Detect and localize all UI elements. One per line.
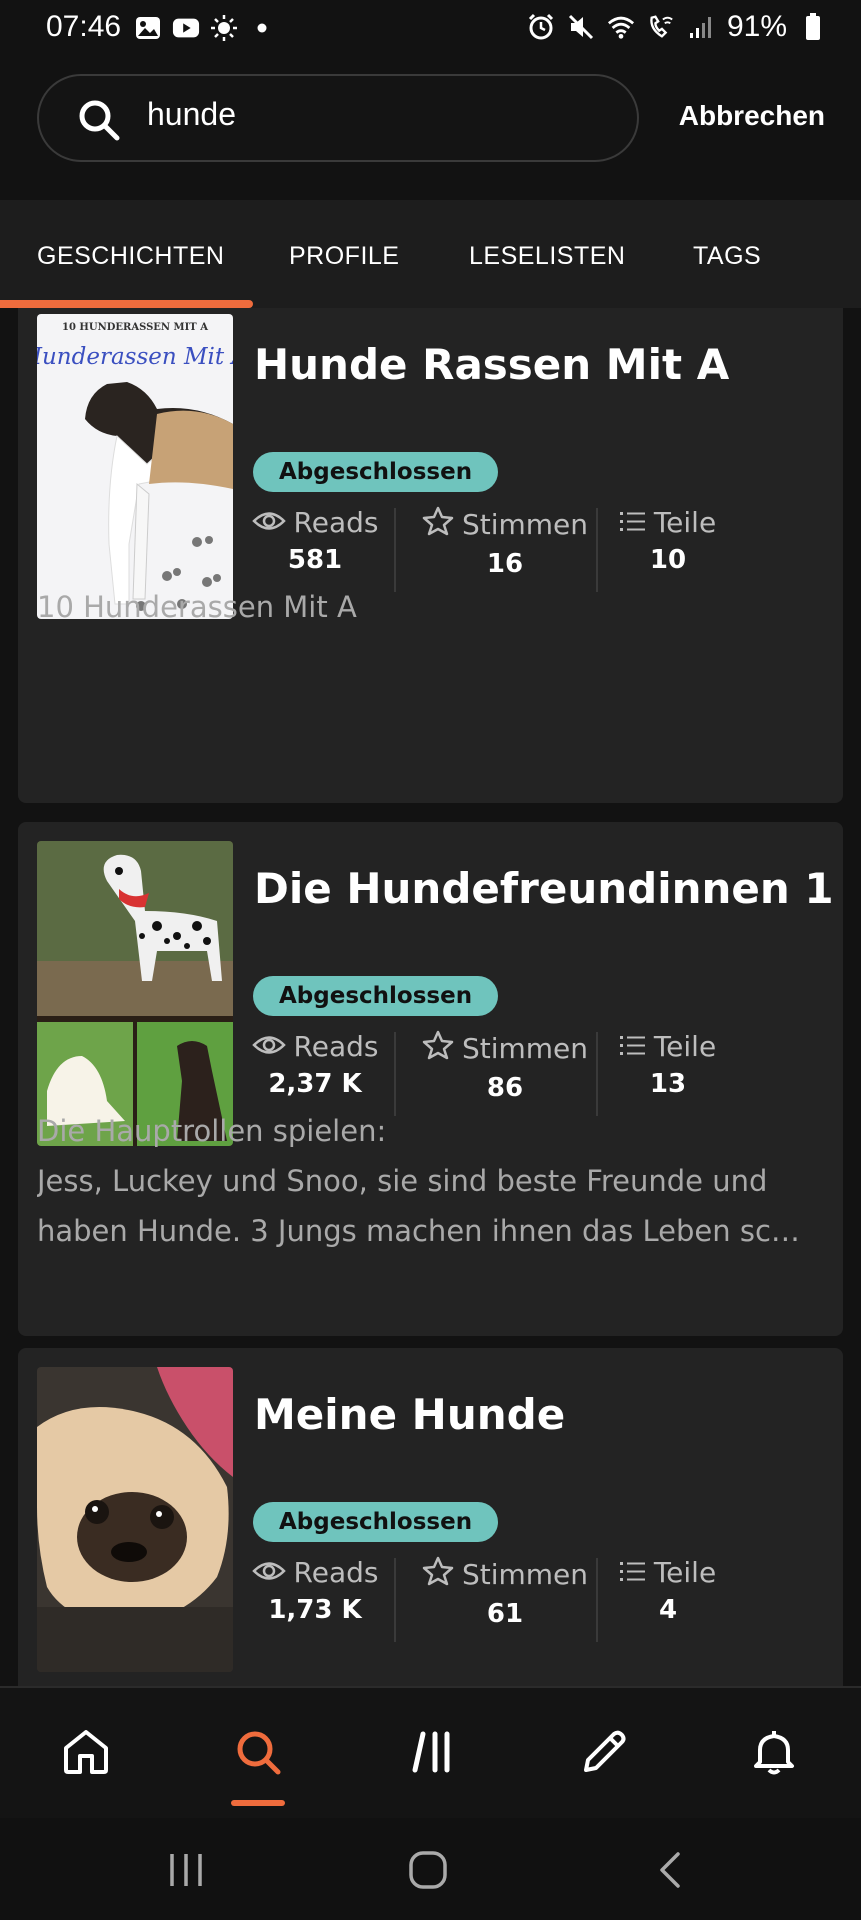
search-input[interactable]: hunde [37,74,639,162]
tab-reading-lists[interactable]: LESELISTEN [469,242,625,271]
votes-count: 16 [486,549,524,579]
reads-stat: Reads 2,37 K [251,1030,379,1099]
description-line: 10 Hunderassen Mit A [37,590,357,624]
votes-stat: Stimmen 61 [414,1556,596,1629]
bell-icon[interactable] [746,1724,802,1780]
home-button-icon[interactable] [406,1848,450,1892]
parts-label: Teile [653,506,717,539]
description-line: haben Hunde. 3 Jungs machen ihnen das Le… [37,1214,800,1248]
eye-icon [251,506,286,539]
parts-stat: Teile 13 [616,1030,720,1099]
description-line: Die Hauptrollen spielen: [37,1114,387,1148]
mute-icon [567,13,595,41]
parts-stat: Teile 10 [616,506,720,575]
battery-percent: 91% [726,10,787,43]
youtube-icon [172,14,200,42]
reads-count: 2,37 K [268,1069,362,1099]
stat-divider [596,1032,598,1116]
eye-icon [251,1030,286,1063]
status-right: 91% [527,10,827,44]
parts-count: 13 [649,1069,687,1099]
status-left-icons [134,14,276,42]
status-badge: Abgeschlossen [253,1502,499,1542]
brightness-icon [210,14,238,42]
votes-count: 61 [486,1599,524,1629]
story-title[interactable]: Hunde Rassen Mit A [254,340,729,389]
parts-stat: Teile 4 [616,1556,720,1625]
votes-count: 86 [486,1073,524,1103]
star-icon [422,1556,454,1593]
cancel-button[interactable]: Abbrechen [679,100,825,132]
image-icon [134,14,162,42]
parts-count: 10 [649,545,687,575]
votes-stat: Stimmen 16 [414,506,596,579]
reads-stat: Reads 1,73 K [251,1556,379,1625]
library-icon[interactable] [405,1724,461,1780]
recent-apps-icon[interactable] [164,1848,208,1892]
story-card[interactable]: Meine Hunde Abgeschlossen Reads 1,73 K S… [18,1348,843,1686]
status-bar: 07:46 91% [0,0,861,56]
story-card[interactable]: Die Hundefreundinnen 1 Abgeschlossen Rea… [18,822,843,1336]
story-list[interactable]: 10 HUNDERASSEN MIT A Hunderassen Mit A H… [0,308,861,1686]
votes-label: Stimmen [461,508,589,541]
star-icon [422,1030,454,1067]
home-icon[interactable] [58,1724,114,1780]
tab-bar: GESCHICHTEN PROFILE LESELISTEN TAGS [0,200,861,308]
stat-divider [394,1558,396,1642]
reads-label: Reads [293,1030,379,1063]
search-icon[interactable] [230,1724,286,1780]
votes-label: Stimmen [461,1032,589,1065]
stat-divider [394,1032,396,1116]
story-card[interactable]: 10 HUNDERASSEN MIT A Hunderassen Mit A H… [18,308,843,803]
reads-label: Reads [293,506,379,539]
write-icon[interactable] [576,1724,632,1780]
list-icon [619,1556,646,1589]
back-icon[interactable] [648,1848,692,1892]
votes-label: Stimmen [461,1558,589,1591]
tab-stories[interactable]: GESCHICHTEN [37,242,224,271]
story-cover[interactable] [37,841,233,1146]
bottom-navigation [0,1686,861,1818]
search-value[interactable]: hunde [147,96,236,133]
alarm-icon [527,13,555,41]
dot-icon [248,14,276,42]
parts-label: Teile [653,1030,717,1063]
list-icon [619,1030,646,1063]
reads-count: 581 [287,545,343,575]
stat-divider [394,508,396,592]
status-badge: Abgeschlossen [253,976,499,1016]
battery-icon [799,13,827,41]
wifi-icon [607,13,635,41]
cover-top-text: 10 HUNDERASSEN MIT A [62,322,208,333]
star-icon [422,506,454,543]
story-description: Die Hauptrollen spielen: Jess, Luckey un… [37,1106,827,1256]
search-icon [75,96,123,144]
story-title[interactable]: Die Hundefreundinnen 1 [254,864,834,913]
parts-count: 4 [658,1595,678,1625]
story-title[interactable]: Meine Hunde [254,1390,565,1439]
status-time: 07:46 [46,10,122,43]
tab-tags[interactable]: TAGS [693,242,761,271]
reads-stat: Reads 581 [251,506,379,575]
story-cover[interactable] [37,1367,233,1672]
system-navigation [0,1818,861,1920]
votes-stat: Stimmen 86 [414,1030,596,1103]
parts-label: Teile [653,1556,717,1589]
tab-profiles[interactable]: PROFILE [289,242,399,271]
reads-count: 1,73 K [268,1595,362,1625]
eye-icon [251,1556,286,1589]
list-icon [619,506,646,539]
active-tab-indicator [0,300,253,308]
stat-divider [596,508,598,592]
story-cover[interactable]: 10 HUNDERASSEN MIT A Hunderassen Mit A [37,314,233,619]
cover-script-text: Hunderassen Mit A [37,344,233,370]
story-description: 10 Hunderassen Mit A [37,582,827,632]
reads-label: Reads [293,1556,379,1589]
stat-divider [596,1558,598,1642]
wifi-call-icon [647,13,675,41]
active-nav-indicator [231,1800,285,1806]
signal-icon [687,13,715,41]
description-line: Jess, Luckey und Snoo, sie sind beste Fr… [37,1164,768,1198]
status-badge: Abgeschlossen [253,452,499,492]
